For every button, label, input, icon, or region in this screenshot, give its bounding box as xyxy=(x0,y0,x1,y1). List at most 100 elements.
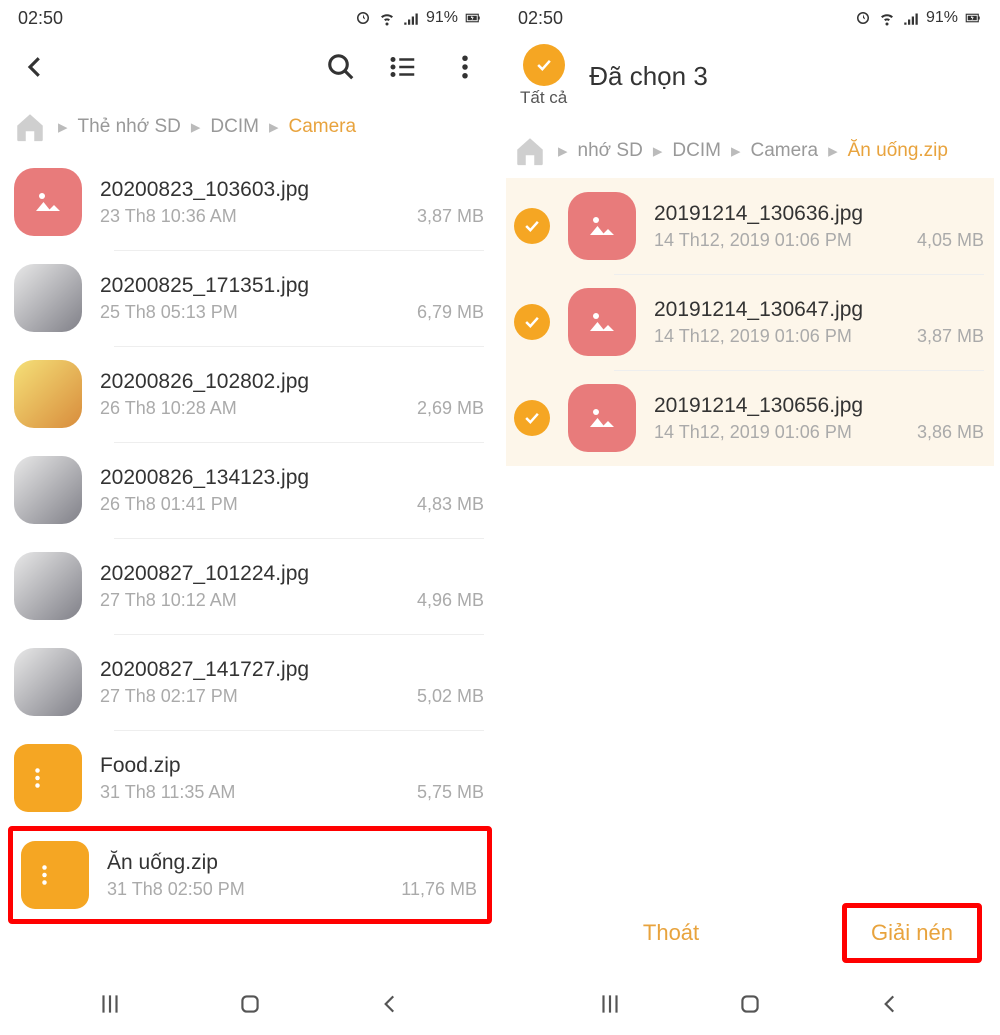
battery-text: 91% xyxy=(426,9,458,27)
home-icon[interactable] xyxy=(12,110,48,144)
file-row[interactable]: 20191214_130656.jpg 14 Th12, 2019 01:06 … xyxy=(506,370,994,466)
nav-bar xyxy=(0,977,500,1035)
file-thumbnail xyxy=(14,648,82,716)
file-list[interactable]: 20200823_103603.jpg 23 Th8 10:36 AM 3,87 … xyxy=(0,154,500,977)
breadcrumb-item[interactable]: Camera xyxy=(750,140,818,162)
file-name: 20200823_103603.jpg xyxy=(100,178,484,202)
wifi-icon xyxy=(378,9,396,27)
file-size: 6,79 MB xyxy=(417,302,484,323)
selection-title: Đã chọn 3 xyxy=(589,61,708,92)
file-thumbnail xyxy=(14,456,82,524)
chevron-right-icon: ▸ xyxy=(828,140,838,163)
highlight-annotation: Giải nén xyxy=(842,903,982,963)
image-icon xyxy=(568,192,636,260)
screen-left: 02:50 91% ▸ Thẻ nhớ SD ▸ xyxy=(0,0,500,1035)
battery-icon xyxy=(464,9,482,27)
home-icon[interactable] xyxy=(512,134,548,168)
exit-button[interactable]: Thoát xyxy=(500,904,842,962)
file-date: 26 Th8 01:41 PM xyxy=(100,494,238,515)
alarm-icon xyxy=(354,9,372,27)
file-size: 3,87 MB xyxy=(917,326,984,347)
file-size: 2,69 MB xyxy=(417,398,484,419)
chevron-right-icon: ▸ xyxy=(191,116,201,139)
status-time: 02:50 xyxy=(518,8,563,29)
file-row[interactable]: 20200823_103603.jpg 23 Th8 10:36 AM 3,87 … xyxy=(6,154,494,250)
breadcrumb-item-current: Ăn uống.zip xyxy=(848,140,948,162)
status-time: 02:50 xyxy=(18,8,63,29)
file-name: Ăn uống.zip xyxy=(107,851,477,875)
file-size: 11,76 MB xyxy=(401,879,477,900)
file-name: 20200826_134123.jpg xyxy=(100,466,484,490)
recents-button[interactable] xyxy=(97,991,123,1022)
extract-button[interactable]: Giải nén xyxy=(847,908,977,958)
file-name: Food.zip xyxy=(100,754,484,778)
check-icon xyxy=(523,44,565,86)
select-all-label: Tất cả xyxy=(520,88,567,108)
breadcrumb: ▸ Thẻ nhớ SD ▸ DCIM ▸ Camera xyxy=(0,98,500,154)
file-date: 14 Th12, 2019 01:06 PM xyxy=(654,230,852,251)
file-date: 23 Th8 10:36 AM xyxy=(100,206,237,227)
file-name: 20191214_130656.jpg xyxy=(654,394,984,418)
battery-text: 91% xyxy=(926,9,958,27)
file-date: 14 Th12, 2019 01:06 PM xyxy=(654,326,852,347)
select-all-button[interactable]: Tất cả xyxy=(520,44,567,108)
file-date: 31 Th8 02:50 PM xyxy=(107,879,245,900)
nav-back-button[interactable] xyxy=(377,991,403,1022)
signal-icon xyxy=(402,9,420,27)
home-button[interactable] xyxy=(237,991,263,1022)
file-row[interactable]: 20200826_134123.jpg 26 Th8 01:41 PM4,83 … xyxy=(6,442,494,538)
file-size: 3,86 MB xyxy=(917,422,984,443)
check-icon[interactable] xyxy=(514,208,550,244)
file-row[interactable]: Ăn uống.zip 31 Th8 02:50 PM 11,76 MB xyxy=(13,831,487,919)
recents-button[interactable] xyxy=(597,991,623,1022)
breadcrumb-item[interactable]: DCIM xyxy=(210,116,259,138)
breadcrumb-item-current: Camera xyxy=(289,116,357,138)
search-button[interactable] xyxy=(326,52,356,82)
status-bar: 02:50 91% xyxy=(500,0,1000,36)
file-date: 26 Th8 10:28 AM xyxy=(100,398,237,419)
signal-icon xyxy=(902,9,920,27)
file-row[interactable]: 20200826_102802.jpg 26 Th8 10:28 AM2,69 … xyxy=(6,346,494,442)
file-size: 4,96 MB xyxy=(417,590,484,611)
breadcrumb-item[interactable]: nhớ SD xyxy=(578,140,643,162)
image-icon xyxy=(568,384,636,452)
home-button[interactable] xyxy=(737,991,763,1022)
file-row[interactable]: 20200825_171351.jpg 25 Th8 05:13 PM 6,79 … xyxy=(6,250,494,346)
zip-icon xyxy=(21,841,89,909)
highlight-annotation: Ăn uống.zip 31 Th8 02:50 PM 11,76 MB xyxy=(8,826,492,924)
file-date: 27 Th8 10:12 AM xyxy=(100,590,237,611)
file-row[interactable]: 20191214_130636.jpg 14 Th12, 2019 01:06 … xyxy=(506,178,994,274)
check-icon[interactable] xyxy=(514,400,550,436)
image-icon xyxy=(568,288,636,356)
bottom-actions: Thoát Giải nén xyxy=(500,883,1000,977)
file-thumbnail xyxy=(14,552,82,620)
file-thumbnail xyxy=(14,360,82,428)
view-list-button[interactable] xyxy=(388,52,418,82)
status-bar: 02:50 91% xyxy=(0,0,500,36)
check-icon[interactable] xyxy=(514,304,550,340)
file-row[interactable]: 20191214_130647.jpg 14 Th12, 2019 01:06 … xyxy=(506,274,994,370)
file-row[interactable]: Food.zip 31 Th8 11:35 AM5,75 MB xyxy=(6,730,494,826)
file-thumbnail xyxy=(14,264,82,332)
file-size: 4,05 MB xyxy=(917,230,984,251)
file-row[interactable]: 20200827_141727.jpg 27 Th8 02:17 PM5,02 … xyxy=(6,634,494,730)
file-name: 20200827_101224.jpg xyxy=(100,562,484,586)
file-name: 20200825_171351.jpg xyxy=(100,274,484,298)
file-size: 3,87 MB xyxy=(417,206,484,227)
back-button[interactable] xyxy=(20,52,50,82)
battery-icon xyxy=(964,9,982,27)
chevron-right-icon: ▸ xyxy=(58,116,68,139)
file-row[interactable]: 20200827_101224.jpg 27 Th8 10:12 AM 4,96 … xyxy=(6,538,494,634)
file-name: 20191214_130647.jpg xyxy=(654,298,984,322)
nav-back-button[interactable] xyxy=(877,991,903,1022)
chevron-right-icon: ▸ xyxy=(731,140,741,163)
status-icons: 91% xyxy=(354,9,482,27)
breadcrumb-item[interactable]: DCIM xyxy=(672,140,721,162)
file-date: 25 Th8 05:13 PM xyxy=(100,302,238,323)
more-button[interactable] xyxy=(450,52,480,82)
file-size: 5,02 MB xyxy=(417,686,484,707)
breadcrumb-item[interactable]: Thẻ nhớ SD xyxy=(78,116,181,138)
file-list[interactable]: 20191214_130636.jpg 14 Th12, 2019 01:06 … xyxy=(500,178,1000,883)
file-name: 20191214_130636.jpg xyxy=(654,202,984,226)
file-name: 20200827_141727.jpg xyxy=(100,658,484,682)
